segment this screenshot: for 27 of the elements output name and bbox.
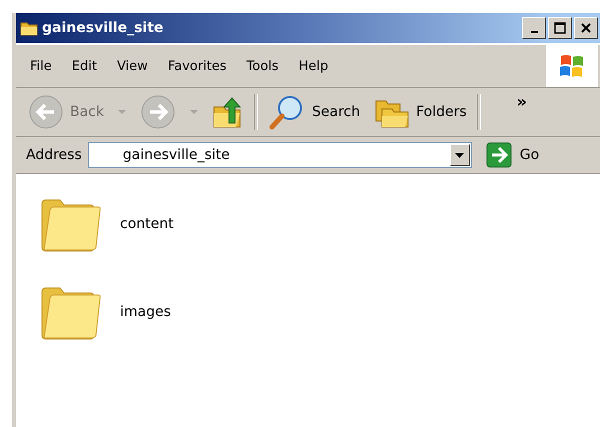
dropdown-button[interactable] [450,144,470,166]
minimize-button[interactable] [522,17,546,39]
search-button[interactable]: Search [264,93,364,131]
go-button[interactable]: Go [486,142,540,168]
caret-icon [455,152,464,158]
menu-item[interactable]: Favorites [168,58,227,74]
minimize-icon [530,31,538,33]
window-title: gainesville_site [42,20,164,36]
caret-icon [190,110,198,114]
folders-button[interactable]: Folders [370,95,471,129]
caret-icon [118,110,126,114]
maximize-button[interactable] [548,17,572,39]
maximize-icon [553,21,567,35]
folder-icon [20,20,38,36]
menu-item[interactable]: View [116,58,148,74]
menu-item[interactable]: Help [298,58,328,74]
folder-name[interactable]: content [120,216,174,232]
close-icon [579,21,593,35]
close-button[interactable] [574,17,598,39]
folder-name[interactable]: images [120,304,171,320]
address-field[interactable]: gainesville_site [88,142,472,168]
menu-item[interactable]: File [30,58,52,74]
more-button[interactable]: » [516,92,528,111]
menu-item[interactable]: Tools [246,58,279,74]
address-label: Address [26,147,82,163]
folder-up-icon [212,95,244,129]
menu-item[interactable]: Edit [72,58,97,74]
